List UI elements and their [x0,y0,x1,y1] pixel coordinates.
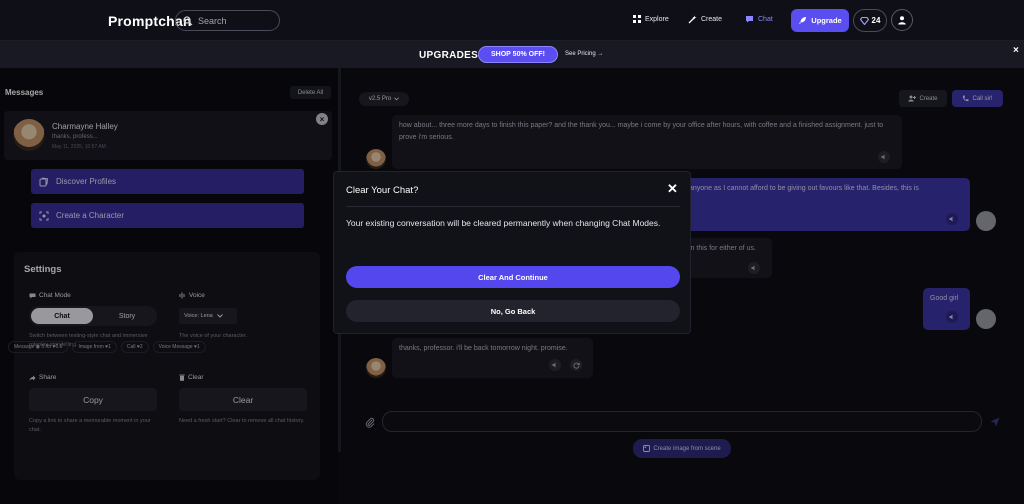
upgrade-label: Upgrade [811,16,842,25]
nav-create[interactable]: Create [688,15,722,24]
user-menu-button[interactable] [891,9,913,31]
shop-sale-button[interactable]: SHOP 50% OFF! [478,46,558,63]
dialog-title: Clear Your Chat? [346,185,419,196]
user-icon [898,16,906,25]
search-icon [183,15,193,25]
clear-and-continue-button[interactable]: Clear And Continue [346,266,680,288]
chat-bubble-icon [746,16,753,23]
magic-wand-icon [688,15,697,24]
gem-balance[interactable]: 24 [853,9,887,32]
nav-chat-label: Chat [758,15,773,23]
go-back-button[interactable]: No, Go Back [346,300,680,322]
nav-explore[interactable]: Explore [633,15,669,23]
search-placeholder: Search [198,15,227,26]
grid-icon [633,15,641,23]
nav-explore-label: Explore [645,15,669,23]
promo-title: UPGRADES [419,50,479,61]
search-input[interactable]: Search [175,10,280,31]
promo-close-icon[interactable]: × [1013,45,1019,56]
rocket-icon [799,17,807,24]
divider [346,206,680,207]
nav-chat[interactable]: Chat [745,15,773,23]
close-icon[interactable]: ✕ [667,181,678,197]
top-navigation: Promptchan Search Explore Create Chat Up… [0,0,1024,41]
upgrade-button[interactable]: Upgrade [791,9,849,32]
clear-chat-dialog: Clear Your Chat? ✕ Your existing convers… [333,171,691,334]
promo-banner: UPGRADES SHOP 50% OFF! See Pricing → × [0,41,1024,68]
gem-count: 24 [871,16,881,25]
gem-icon [859,16,869,25]
see-pricing-link[interactable]: See Pricing → [565,51,603,57]
nav-create-label: Create [701,16,723,23]
dialog-message: Your existing conversation will be clear… [346,218,661,228]
